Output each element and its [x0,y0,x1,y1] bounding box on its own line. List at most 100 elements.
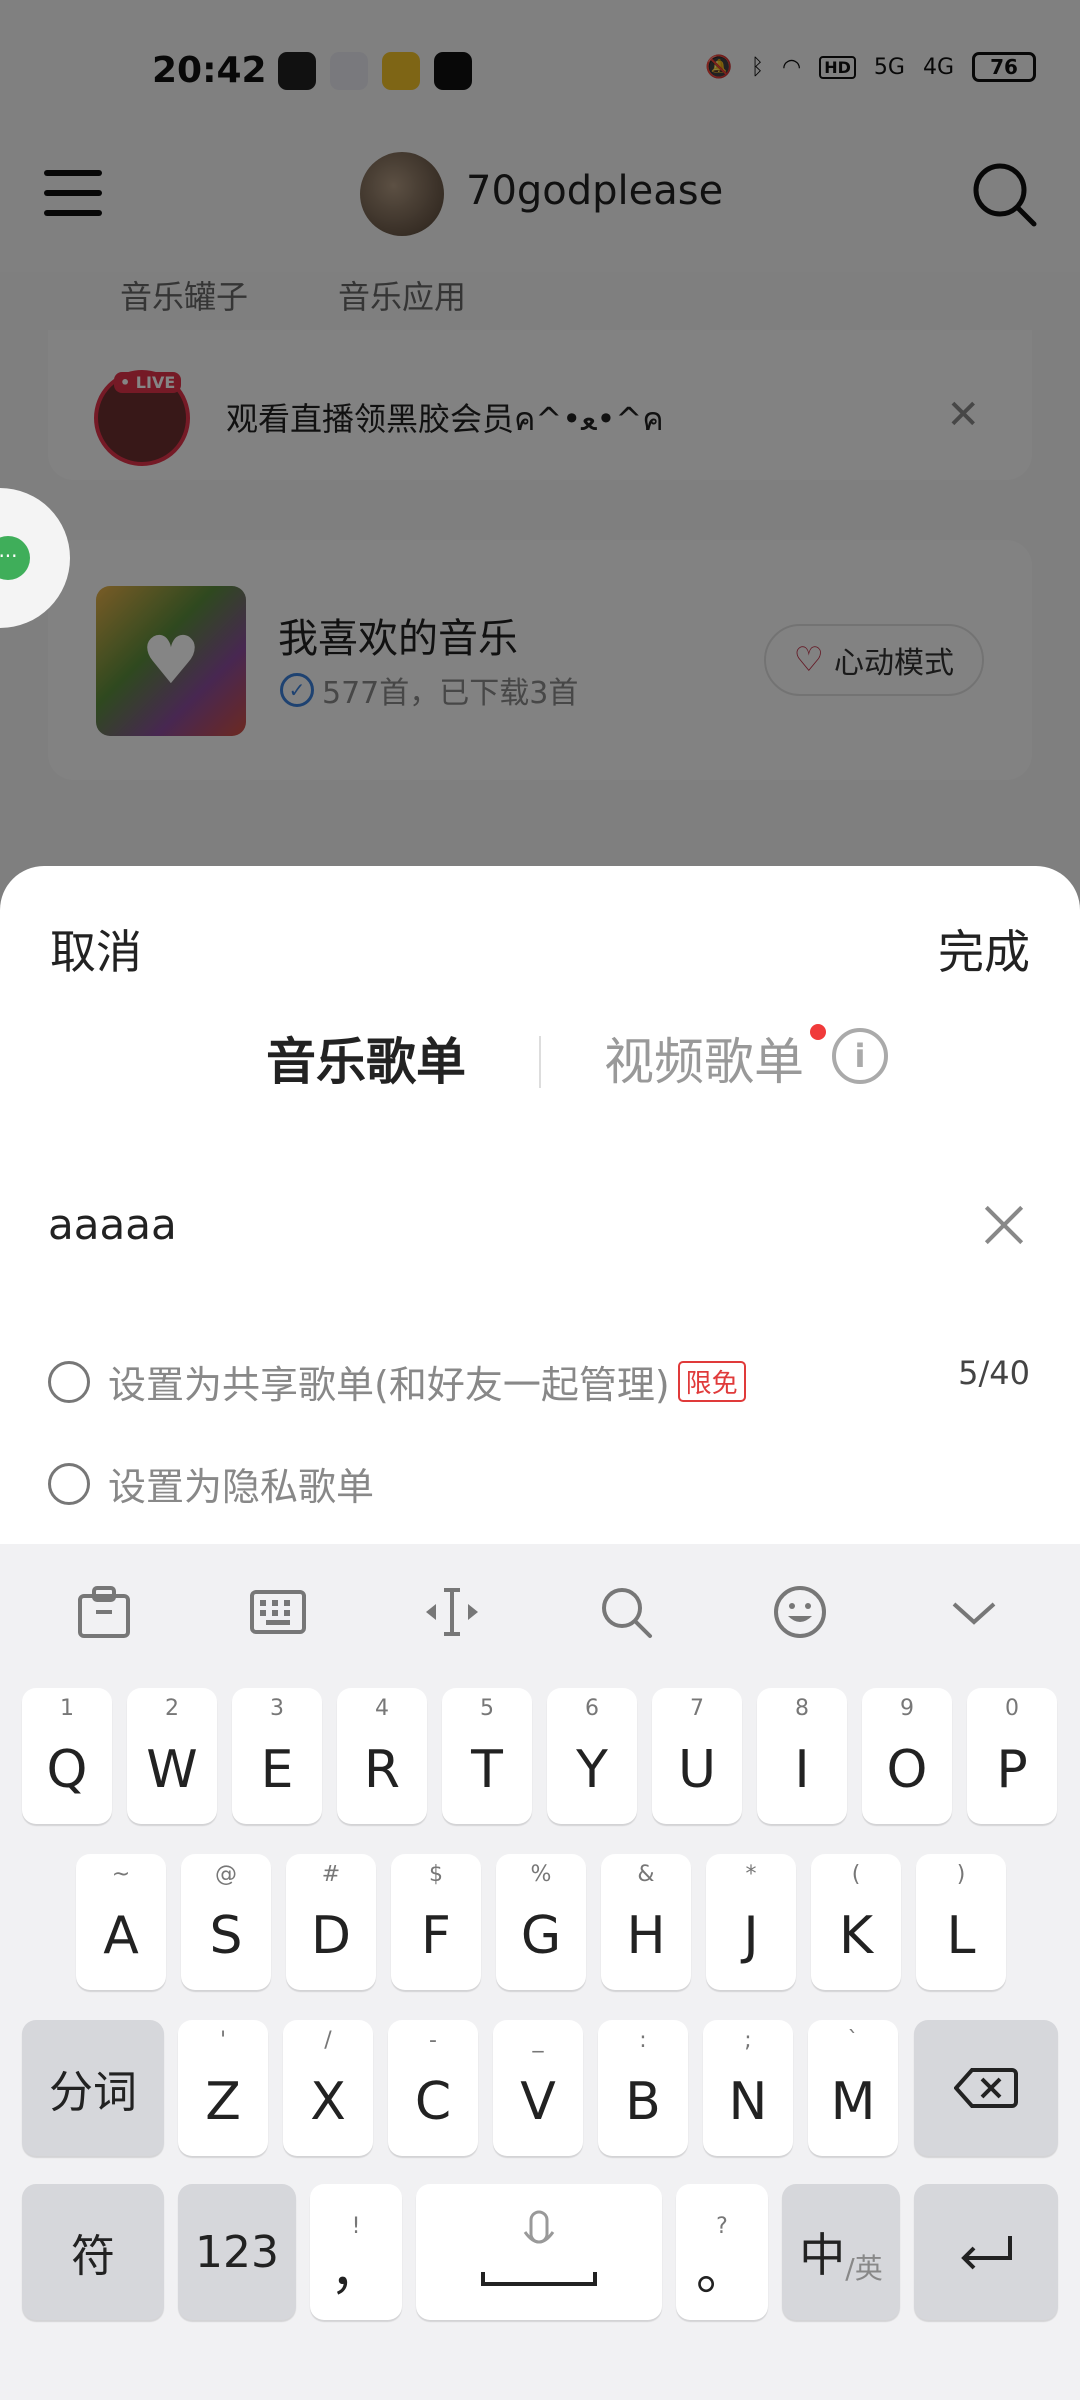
comma-key-sub: ! [351,2214,361,2239]
backspace-key[interactable] [914,2020,1058,2156]
key-sub-label: 7 [690,1696,704,1721]
key-y[interactable]: 6Y [547,1688,637,1824]
key-sub-label: 2 [165,1696,179,1721]
key-w[interactable]: 2W [127,1688,217,1824]
segment-key[interactable]: 分词 [22,2020,164,2156]
key-label: X [310,2072,346,2132]
private-radio[interactable] [48,1462,90,1505]
dim-overlay[interactable] [0,0,1080,900]
key-sub-label: 5 [480,1696,494,1721]
search-icon[interactable] [596,1582,656,1642]
key-label: N [728,2072,768,2132]
key-label: H [626,1906,666,1966]
key-p[interactable]: 0P [967,1688,1057,1824]
key-sub-label: ) [956,1862,966,1887]
period-key-label: 。 [695,2242,748,2302]
key-label: L [946,1906,976,1966]
key-k[interactable]: (K [811,1854,901,1990]
key-i[interactable]: 8I [757,1688,847,1824]
key-label: B [625,2072,661,2132]
key-label: M [830,2072,876,2132]
emoji-icon[interactable] [770,1582,830,1642]
private-playlist-option[interactable]: 设置为隐私歌单 [48,1456,374,1511]
key-label: A [103,1906,139,1966]
key-a[interactable]: ~ A [76,1854,166,1990]
key-label: G [520,1906,562,1966]
key-label: J [743,1906,759,1966]
key-d[interactable]: # D [286,1854,376,1990]
key-b[interactable]: :B [598,2020,688,2156]
key-q[interactable]: 1Q [22,1688,112,1824]
key-r[interactable]: 4R [337,1688,427,1824]
period-key-sub: ? [716,2214,728,2239]
key-label: Y [576,1740,608,1800]
key-sub-label: & [637,1862,655,1887]
key-label: K [838,1906,874,1966]
key-label: P [996,1740,1028,1800]
key-j[interactable]: * J [706,1854,796,1990]
keyboard-icon[interactable] [248,1582,308,1642]
key-label: I [794,1740,810,1800]
clipboard-icon[interactable] [74,1582,134,1642]
keyboard-toolbar [0,1544,1080,1674]
new-dot-badge [810,1024,826,1040]
comma-key[interactable]: ! ， [310,2184,402,2320]
comma-key-label: ， [329,2242,382,2302]
key-sub-label: : [639,2028,647,2053]
playlist-name-input[interactable] [48,1200,948,1249]
done-button[interactable]: 完成 [938,916,1030,982]
symbol-key[interactable]: 符 [22,2184,164,2320]
key-m[interactable]: ` M [808,2020,898,2156]
key-label: S [209,1906,243,1966]
period-key[interactable]: ? 。 [676,2184,768,2320]
tab-music-playlist[interactable]: 音乐歌单 [266,1022,466,1094]
number-key[interactable]: 123 [178,2184,296,2320]
key-o[interactable]: 9O [862,1688,952,1824]
key-l[interactable]: ) L [916,1854,1006,1990]
chevron-down-icon[interactable] [944,1582,1004,1642]
key-h[interactable]: & H [601,1854,691,1990]
enter-key[interactable] [914,2184,1058,2320]
key-e[interactable]: 3E [232,1688,322,1824]
space-key[interactable] [416,2184,662,2320]
free-badge: 限免 [677,1361,746,1402]
cursor-move-icon[interactable] [422,1582,482,1642]
key-sub-label: $ [429,1862,443,1887]
key-t[interactable]: 5T [442,1688,532,1824]
key-c[interactable]: -C [388,2020,478,2156]
key-z[interactable]: ' Z [178,2020,268,2156]
key-label: C [414,2072,452,2132]
key-n[interactable]: ; N [703,2020,793,2156]
language-key-label: 中/英 [782,2184,900,2320]
floating-ball-icon: ··· [0,536,30,580]
soft-keyboard: 分词 符 123 ! ， ? 。 中/英 1Q2W3E4R5T6Y7U8I9O0… [0,1544,1080,2400]
shared-playlist-option[interactable]: 设置为共享歌单(和好友一起管理) 限免 [48,1354,746,1409]
lang-main: 中 [799,2228,846,2282]
key-sub-label: / [324,2028,332,2053]
key-sub-label: * [745,1862,757,1887]
key-s[interactable]: @ S [181,1854,271,1990]
clear-input-icon[interactable] [980,1200,1030,1250]
enter-icon [914,2184,1058,2320]
key-label: R [363,1740,401,1800]
key-f[interactable]: $ F [391,1854,481,1990]
key-x[interactable]: / X [283,2020,373,2156]
language-key[interactable]: 中/英 [782,2184,900,2320]
key-label: D [310,1906,352,1966]
key-u[interactable]: 7U [652,1688,742,1824]
backspace-icon [914,2020,1058,2156]
key-sub-label: % [530,1862,552,1887]
number-key-label: 123 [195,2226,279,2278]
key-sub-label: ~ [111,1862,131,1887]
symbol-key-label: 符 [71,2231,115,2282]
lang-sub: /英 [845,2252,883,2285]
info-icon[interactable]: i [832,1028,888,1084]
cancel-button[interactable]: 取消 [50,916,142,982]
key-sub-label: 9 [900,1696,914,1721]
key-g[interactable]: % G [496,1854,586,1990]
tab-video-playlist[interactable]: 视频歌单 [604,1022,804,1094]
shared-radio[interactable] [48,1360,90,1403]
key-label: Z [205,2072,241,2132]
key-sub-label: 4 [375,1696,389,1721]
key-v[interactable]: _ V [493,2020,583,2156]
